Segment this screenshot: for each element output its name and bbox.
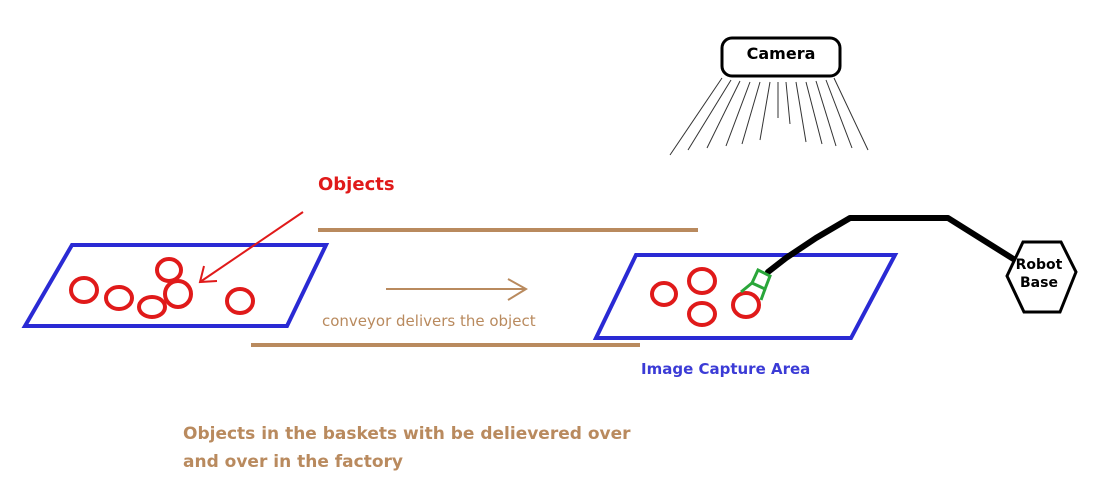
object-circle bbox=[225, 287, 255, 315]
object-circle bbox=[687, 301, 717, 327]
objects-label: Objects bbox=[318, 174, 395, 195]
capture-basket-objects bbox=[650, 267, 761, 327]
camera-rays bbox=[669, 77, 869, 156]
object-circle bbox=[687, 267, 717, 295]
process-note-line-1: Objects in the baskets with be delievere… bbox=[183, 424, 631, 444]
robot-base-label: Robot Base bbox=[1015, 257, 1063, 291]
image-capture-area-label: Image Capture Area bbox=[641, 360, 811, 378]
object-circle bbox=[163, 279, 193, 309]
object-circle bbox=[731, 291, 761, 319]
camera-label: Camera bbox=[746, 44, 816, 63]
object-circle bbox=[137, 295, 167, 319]
left-basket-objects bbox=[69, 257, 255, 319]
process-note: Objects in the baskets with be delievere… bbox=[183, 420, 703, 476]
conveyor-label: conveyor delivers the object bbox=[322, 312, 536, 330]
object-circle bbox=[104, 285, 134, 311]
object-circle bbox=[155, 257, 183, 283]
basket-capture-area bbox=[592, 253, 899, 340]
arrow-icon bbox=[386, 278, 528, 301]
process-note-line-2: and over in the factory bbox=[183, 452, 403, 472]
object-circle bbox=[650, 281, 678, 307]
object-circle bbox=[69, 276, 99, 304]
